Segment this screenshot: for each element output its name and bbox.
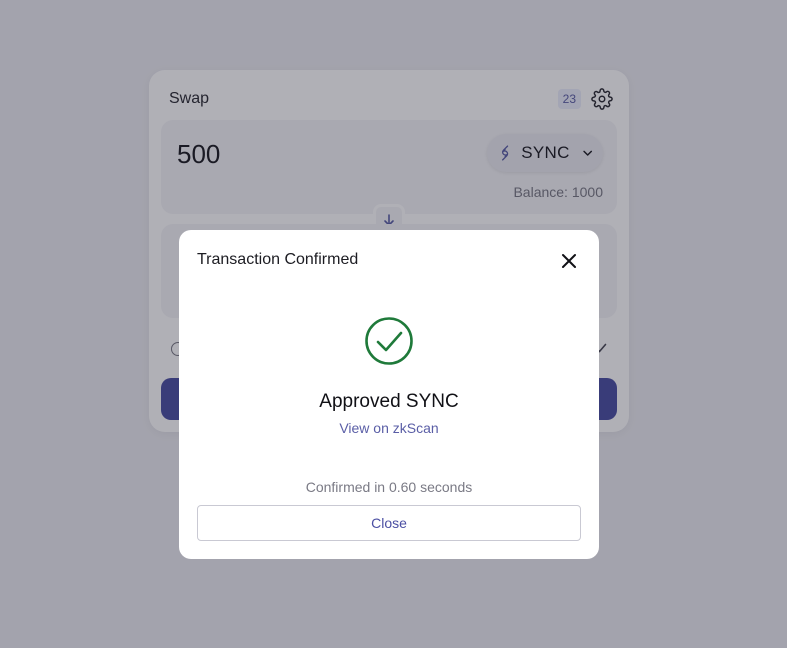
confirmation-time: Confirmed in 0.60 seconds — [305, 479, 473, 495]
modal-title: Transaction Confirmed — [197, 251, 359, 268]
success-check-icon — [365, 317, 413, 365]
view-on-zkscan-link[interactable]: View on zkScan — [179, 420, 599, 436]
status-heading: Approved SYNC — [319, 391, 459, 412]
close-icon[interactable] — [559, 251, 579, 271]
close-button[interactable]: Close — [197, 505, 581, 541]
transaction-modal: Transaction Confirmed Approved SYNC View… — [179, 230, 599, 559]
